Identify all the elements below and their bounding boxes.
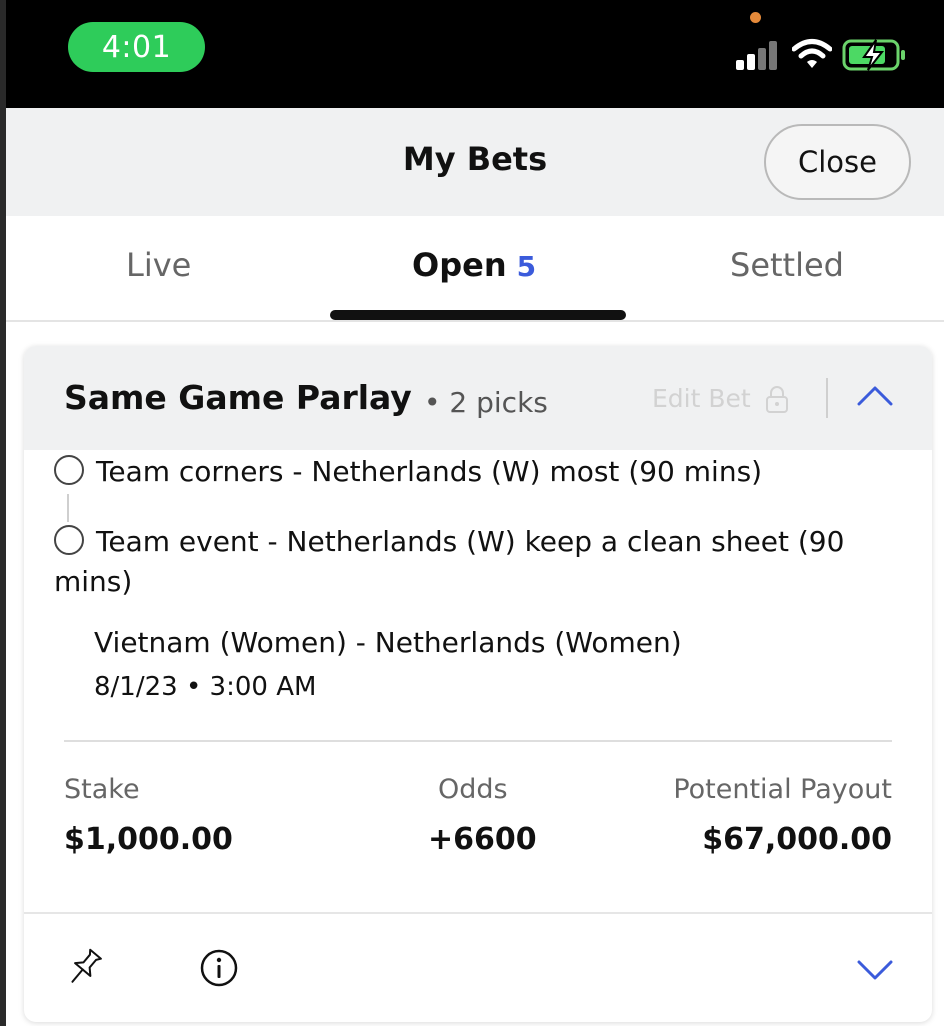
pick-status-circle-icon <box>54 455 84 485</box>
info-icon[interactable] <box>199 948 239 988</box>
wifi-icon <box>792 39 832 68</box>
bet-tabs: Live Open 5 Settled <box>6 216 944 322</box>
odds-value: +6600 <box>428 822 537 857</box>
pick-item: Team event - Netherlands (W) keep a clea… <box>54 522 914 602</box>
stake-value: $1,000.00 <box>64 822 233 857</box>
status-bar: 4:01 <box>0 0 944 108</box>
summary-divider <box>64 740 892 742</box>
bet-card: Same Game Parlay • 2 picks Edit Bet Team… <box>24 346 932 1022</box>
odds-label: Odds <box>438 774 508 805</box>
tab-live[interactable]: Live <box>126 246 191 284</box>
tab-settled[interactable]: Settled <box>730 246 844 284</box>
tab-settled-label: Settled <box>730 246 844 284</box>
modal-header: My Bets Close <box>6 108 944 216</box>
pick-status-circle-icon <box>54 525 84 555</box>
battery-charging-icon <box>842 39 905 71</box>
window-edge <box>0 0 6 1026</box>
tab-open-label: Open <box>412 246 507 284</box>
picks-count: • 2 picks <box>424 386 548 419</box>
chevron-up-icon[interactable] <box>856 384 894 408</box>
cellular-signal-icon <box>736 41 777 70</box>
header-divider <box>826 378 828 418</box>
edit-bet-button[interactable]: Edit Bet <box>652 384 751 413</box>
privacy-indicator-dot <box>750 12 761 23</box>
pick-connector-line <box>67 494 69 522</box>
tab-open-count: 5 <box>516 250 537 283</box>
bet-type: Same Game Parlay <box>64 378 412 417</box>
footer-divider <box>24 912 932 914</box>
pick-item: Team corners - Netherlands (W) most (90 … <box>54 452 914 492</box>
status-time: 4:01 <box>68 22 205 72</box>
chevron-down-icon[interactable] <box>856 958 894 982</box>
match-name: Vietnam (Women) - Netherlands (Women) <box>94 626 682 659</box>
stake-label: Stake <box>64 774 140 805</box>
close-button[interactable]: Close <box>764 124 911 200</box>
tab-open[interactable]: Open 5 <box>412 246 536 284</box>
match-date: 8/1/23 • 3:00 AM <box>94 672 317 702</box>
pick-label: Team event - Netherlands (W) keep a clea… <box>54 525 845 598</box>
bet-card-header[interactable]: Same Game Parlay • 2 picks Edit Bet <box>24 346 932 450</box>
payout-value: $67,000.00 <box>702 822 892 857</box>
pin-icon[interactable] <box>62 946 106 990</box>
lock-icon <box>766 386 788 413</box>
active-tab-indicator <box>330 310 626 320</box>
tab-live-label: Live <box>126 246 192 284</box>
payout-label: Potential Payout <box>673 774 892 805</box>
pick-label: Team corners - Netherlands (W) most (90 … <box>96 455 763 488</box>
